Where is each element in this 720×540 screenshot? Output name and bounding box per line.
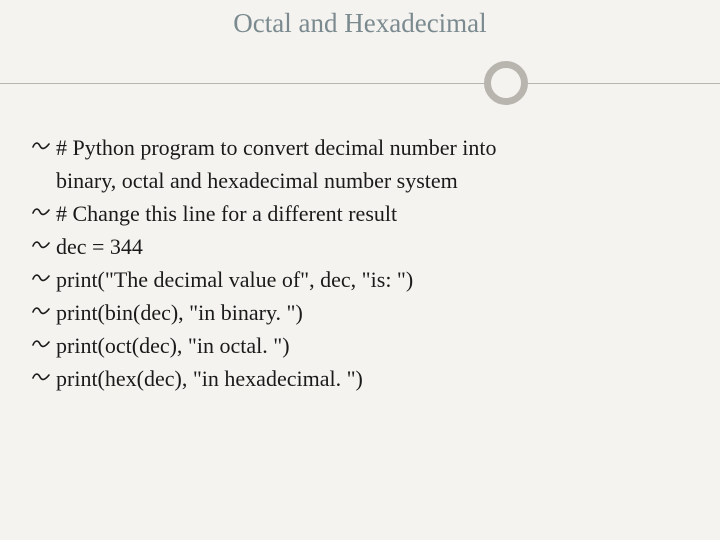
- code-line: print(hex(dec), "in hexadecimal. "): [32, 362, 688, 395]
- code-text: # Python program to convert decimal numb…: [56, 131, 688, 164]
- bullet-icon: [32, 230, 56, 260]
- code-line: binary, octal and hexadecimal number sys…: [32, 164, 688, 197]
- code-line: dec = 344: [32, 230, 688, 263]
- bullet-icon: [32, 329, 56, 359]
- slide-title: Octal and Hexadecimal: [28, 0, 692, 83]
- divider-circle-icon: [484, 61, 528, 105]
- code-line: # Change this line for a different resul…: [32, 197, 688, 230]
- bullet-icon: [32, 197, 56, 227]
- bullet-icon: [32, 362, 56, 392]
- bullet-icon: [32, 296, 56, 326]
- code-line: print(oct(dec), "in octal. "): [32, 329, 688, 362]
- bullet-icon: [32, 131, 56, 161]
- bullet-icon: [32, 263, 56, 293]
- code-text: print(bin(dec), "in binary. "): [56, 296, 688, 329]
- divider-line: [0, 83, 720, 84]
- code-text: # Change this line for a different resul…: [56, 197, 688, 230]
- code-line: print("The decimal value of", dec, "is: …: [32, 263, 688, 296]
- code-text: print(hex(dec), "in hexadecimal. "): [56, 362, 688, 395]
- code-line: # Python program to convert decimal numb…: [32, 131, 688, 164]
- code-line: print(bin(dec), "in binary. "): [32, 296, 688, 329]
- code-text: binary, octal and hexadecimal number sys…: [56, 164, 688, 197]
- content-body: # Python program to convert decimal numb…: [28, 131, 692, 395]
- code-text: print(oct(dec), "in octal. "): [56, 329, 688, 362]
- code-text: dec = 344: [56, 230, 688, 263]
- slide-container: Octal and Hexadecimal # Python program t…: [0, 0, 720, 540]
- code-text: print("The decimal value of", dec, "is: …: [56, 263, 688, 296]
